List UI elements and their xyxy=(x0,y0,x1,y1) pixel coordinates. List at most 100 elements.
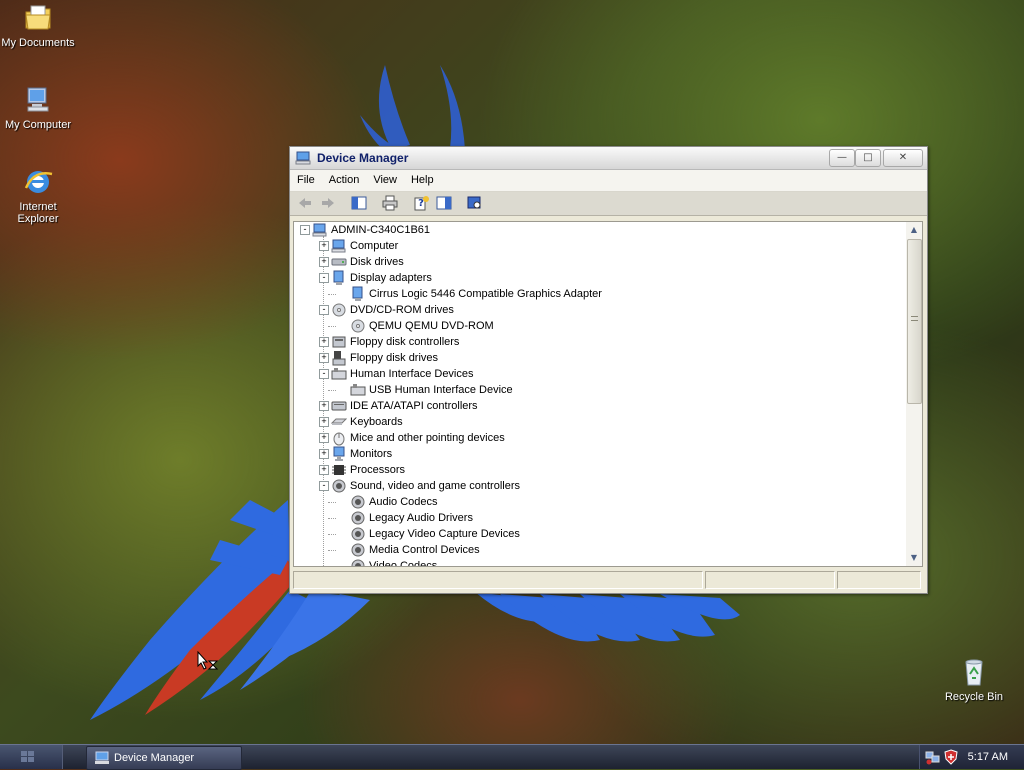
expand-icon[interactable]: + xyxy=(319,465,329,475)
sound-icon xyxy=(351,527,365,541)
collapse-icon[interactable]: - xyxy=(319,481,329,491)
tree-item-label: ADMIN-C340C1B61 xyxy=(331,224,431,236)
taskbar-item-device-manager[interactable]: Device Manager xyxy=(86,746,242,770)
folder-icon xyxy=(25,5,51,30)
tree-category[interactable]: + Floppy disk drives xyxy=(294,350,894,366)
tree-device[interactable]: USB Human Interface Device xyxy=(294,382,894,398)
collapse-icon[interactable]: - xyxy=(300,225,310,235)
network-icon[interactable] xyxy=(925,749,941,765)
tree-connector xyxy=(328,550,336,551)
collapse-icon[interactable]: - xyxy=(319,369,329,379)
processor-icon xyxy=(332,465,346,475)
tree-device[interactable]: Legacy Audio Drivers xyxy=(294,510,894,526)
tree-device[interactable]: Legacy Video Capture Devices xyxy=(294,526,894,542)
print-icon[interactable] xyxy=(381,195,399,211)
desktop-icon-recycle-bin[interactable]: Recycle Bin xyxy=(936,656,1012,703)
keyboard-icon xyxy=(331,418,347,425)
tree-item-label: Legacy Video Capture Devices xyxy=(369,528,520,540)
tree-device[interactable]: QEMU QEMU DVD-ROM xyxy=(294,318,894,334)
tree-item-label: QEMU QEMU DVD-ROM xyxy=(369,320,494,332)
ide-controller-icon xyxy=(331,401,347,411)
back-icon[interactable] xyxy=(296,195,314,211)
internet-explorer-icon xyxy=(24,171,53,193)
tree-category[interactable]: - Human Interface Devices xyxy=(294,366,894,382)
scroll-down-icon[interactable]: ▼ xyxy=(906,550,922,566)
start-button[interactable] xyxy=(0,745,63,769)
scroll-up-icon[interactable]: ▲ xyxy=(906,222,922,238)
sound-icon xyxy=(351,543,365,557)
expand-icon[interactable]: + xyxy=(319,433,329,443)
display-adapter-icon xyxy=(352,286,363,301)
show-hide-tree-icon[interactable] xyxy=(350,195,368,211)
menu-help[interactable]: Help xyxy=(404,170,441,191)
menu-view[interactable]: View xyxy=(366,170,404,191)
tree-category[interactable]: + Monitors xyxy=(294,446,894,462)
taskbar-item-label: Device Manager xyxy=(114,752,195,764)
title-bar[interactable]: Device Manager — □ ✕ xyxy=(290,147,927,170)
cdrom-icon xyxy=(332,303,346,317)
tree-item-label: Video Codecs xyxy=(369,560,438,566)
scrollbar-thumb[interactable] xyxy=(907,239,922,404)
tree-category[interactable]: - DVD/CD-ROM drives xyxy=(294,302,894,318)
maximize-button[interactable]: □ xyxy=(855,149,881,167)
menu-file[interactable]: File xyxy=(290,170,322,191)
tree-device[interactable]: Media Control Devices xyxy=(294,542,894,558)
forward-icon[interactable] xyxy=(319,195,337,211)
close-icon: ✕ xyxy=(898,152,908,163)
disk-drive-icon xyxy=(331,258,347,266)
tree-device[interactable]: Audio Codecs xyxy=(294,494,894,510)
desktop-icon-my-documents[interactable]: My Documents xyxy=(0,2,76,49)
floppy-drive-icon xyxy=(332,351,346,366)
close-button[interactable]: ✕ xyxy=(883,149,923,167)
tree-category[interactable]: + Processors xyxy=(294,462,894,478)
help-icon[interactable]: ? xyxy=(412,195,430,211)
tree-category[interactable]: - Sound, video and game controllers xyxy=(294,478,894,494)
tree-item-label: Monitors xyxy=(350,448,393,460)
tree-item-label: Human Interface Devices xyxy=(350,368,474,380)
expand-icon[interactable]: + xyxy=(319,337,329,347)
device-manager-icon xyxy=(95,751,109,764)
expand-icon[interactable]: + xyxy=(319,401,329,411)
tree-item-label: Sound, video and game controllers xyxy=(350,480,520,492)
tree-device[interactable]: Video Codecs xyxy=(294,558,894,566)
desktop-icon-my-computer[interactable]: My Computer xyxy=(0,84,76,131)
maximize-icon: □ xyxy=(863,152,873,163)
vertical-scrollbar[interactable]: ▲ ▼ xyxy=(906,222,922,566)
security-shield-icon[interactable] xyxy=(943,749,959,765)
device-manager-icon xyxy=(295,151,311,165)
computer-icon xyxy=(27,87,49,112)
minimize-button[interactable]: — xyxy=(829,149,855,167)
tree-connector xyxy=(328,294,336,295)
properties-icon[interactable] xyxy=(435,195,453,211)
scan-hardware-icon[interactable] xyxy=(466,195,484,211)
tree-category[interactable]: + Mice and other pointing devices xyxy=(294,430,894,446)
tree-category[interactable]: + Disk drives xyxy=(294,254,894,270)
display-adapter-icon xyxy=(333,270,344,285)
collapse-icon[interactable]: - xyxy=(319,273,329,283)
status-pane-main xyxy=(293,571,703,589)
status-pane-3 xyxy=(837,571,921,589)
expand-icon[interactable]: + xyxy=(319,449,329,459)
collapse-icon[interactable]: - xyxy=(319,305,329,315)
expand-icon[interactable]: + xyxy=(319,353,329,363)
monitor-icon xyxy=(333,446,345,461)
system-tray: 5:17 AM xyxy=(919,745,1024,769)
menu-action[interactable]: Action xyxy=(322,170,367,191)
cdrom-icon xyxy=(351,319,365,333)
tree-root[interactable]: - ADMIN-C340C1B61 xyxy=(294,222,894,238)
expand-icon[interactable]: + xyxy=(319,417,329,427)
desktop-icon-internet-explorer[interactable]: Internet Explorer xyxy=(0,166,76,225)
tree-category[interactable]: + IDE ATA/ATAPI controllers xyxy=(294,398,894,414)
tree-item-label: Computer xyxy=(350,240,399,252)
tree-category[interactable]: + Computer xyxy=(294,238,894,254)
expand-icon[interactable]: + xyxy=(319,241,329,251)
tree-connector xyxy=(328,326,336,327)
device-tree-pane: - ADMIN-C340C1B61 + Computer + Disk drives - Di… xyxy=(293,221,923,567)
tree-category[interactable]: + Floppy disk controllers xyxy=(294,334,894,350)
tree-device[interactable]: Cirrus Logic 5446 Compatible Graphics Ad… xyxy=(294,286,894,302)
expand-icon[interactable]: + xyxy=(319,257,329,267)
tree-category[interactable]: + Keyboards xyxy=(294,414,894,430)
tree-category[interactable]: - Display adapters xyxy=(294,270,894,286)
taskbar: Device Manager 5:17 AM xyxy=(0,744,1024,770)
tree-item-label: Floppy disk drives xyxy=(350,352,439,364)
